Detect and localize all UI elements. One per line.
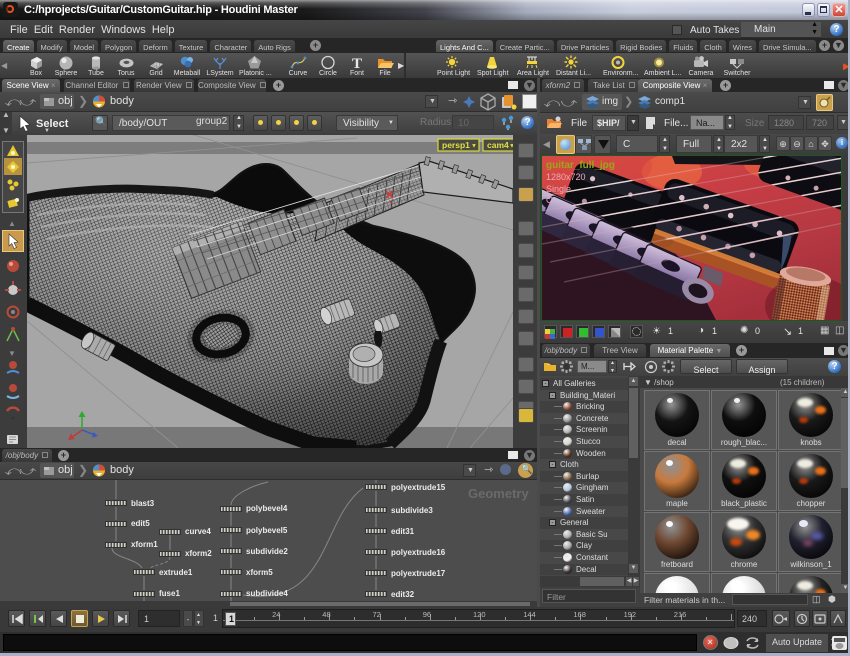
svg-text:persp1: persp1 [442,140,470,150]
svg-text:T: T [352,56,362,70]
svg-text:1280x720: 1280x720 [546,172,586,182]
svg-text:▼: ▼ [471,144,477,150]
svg-text:C: C [546,195,553,205]
svg-text:cam4: cam4 [487,140,509,150]
svg-text:Single: Single [546,184,571,194]
svg-text:guitar_full_jpg: guitar_full_jpg [546,160,615,171]
